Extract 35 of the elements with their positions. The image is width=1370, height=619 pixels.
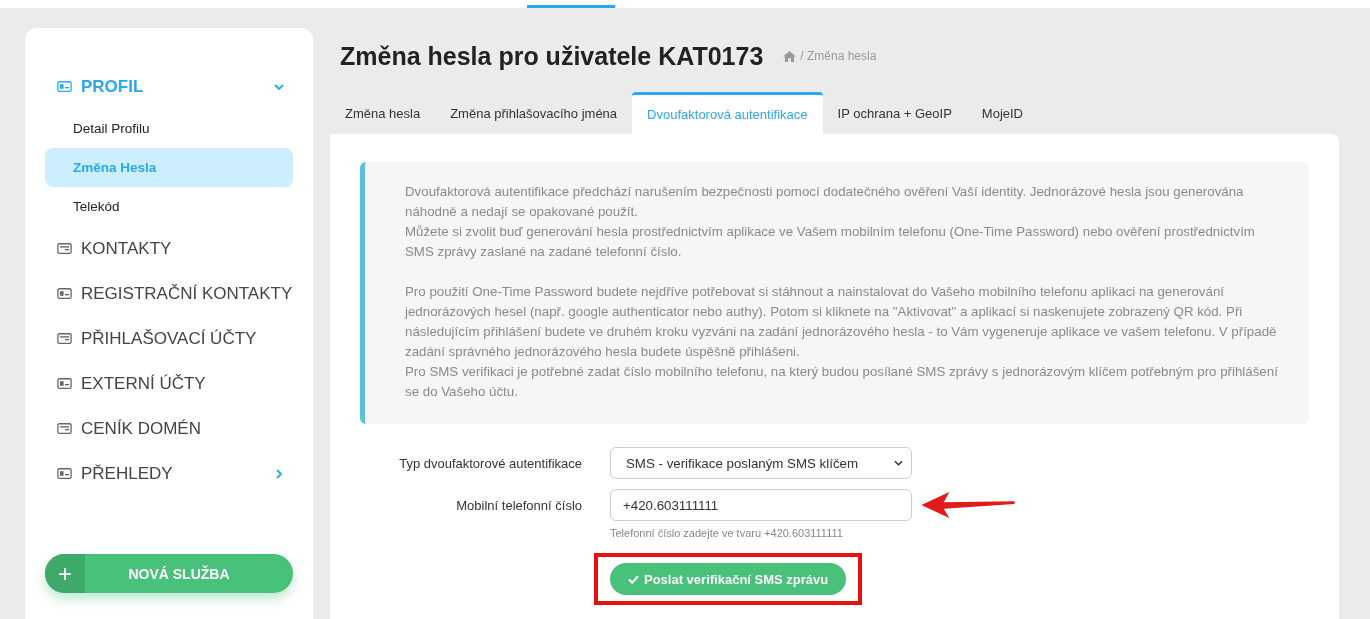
- phone-field[interactable]: +420.603111111: [610, 489, 912, 521]
- card-icon: [57, 288, 72, 299]
- sidebar-subitem[interactable]: Telekód: [45, 187, 293, 226]
- field-label: Mobilní telefonní číslo: [455, 497, 583, 513]
- info-paragraph: Dvoufaktorová autentifikace předchází narušením bezpečnosti pomocí dodatečného ověření Vaší identity. Jednorázové hesla jsou generována náhodně a nedají se opakované použít.: [405, 183, 1245, 221]
- tab[interactable]: Změna přihlašovacího jména: [435, 92, 633, 134]
- sidebar-item[interactable]: PŘIHLAŠOVACÍ ÚČTY: [45, 316, 293, 361]
- sidebar-item[interactable]: PŘEHLEDY: [45, 451, 293, 496]
- card-icon: [57, 468, 72, 479]
- sidebar-subitem[interactable]: Detail Profilu: [45, 109, 293, 148]
- caret-icon: [894, 460, 903, 466]
- sidebar-item[interactable]: KONTAKTY: [45, 226, 293, 271]
- plus-icon: +: [45, 554, 85, 593]
- card-icon: [57, 333, 72, 344]
- tab[interactable]: MojeID: [966, 92, 1038, 134]
- chevron-right-icon[interactable]: [273, 467, 285, 480]
- type-dropdown[interactable]: SMS - verifikace poslaným SMS klíčem: [610, 447, 912, 479]
- card-icon: [57, 243, 72, 254]
- help-text: Telefonní číslo zadejte ve tvaru +420.603111111: [610, 527, 844, 539]
- card-icon: [57, 81, 72, 92]
- page-title: Změna hesla pro uživatele KAT0173: [340, 41, 764, 71]
- card-icon: [57, 423, 72, 434]
- info-paragraph: Pro SMS verifikaci je potřebné zadat číslo mobilního telefonu, na který budou posílané SMS zprávy s jednorázovým klíčem potřebným pro přihlášení se do Vašeho účtu.: [405, 363, 1279, 401]
- sidebar-item[interactable]: REGISTRAČNÍ KONTAKTY: [45, 271, 293, 316]
- info-paragraph: Pro použití One-Time Password budete nejdříve potřebovat si stáhnout a nainstalovat do Vašeho mobilního telefonu aplikaci na generování jednorázových hesel (např. google authenticator nebo authy). Potom si kliknete na "Aktivovat" a aplikací si naskenujete zobrazený QR kód. Při následujícím přihlášení budete ve druhém kroku vyzváni na zadání jednorázového hesla - to Vám vygeneruje aplikace ve vašem telefonu. V případě zadání správného jednorázového hesla budete úspěšně přihlášeni.: [405, 283, 1278, 361]
- info-paragraph: Můžete si zvolit buď generování hesla prostřednictvím aplikace ve Vašem mobilním telefonu (One-Time Password) nebo ověření prostřednictvím SMS zprávy zaslané na zadané telefonní číslo.: [405, 223, 1256, 261]
- check-icon: [628, 574, 639, 584]
- sidebar-item[interactable]: CENÍK DOMÉN: [45, 406, 293, 451]
- button-label: NOVÁ SLUŽBA: [127, 564, 231, 584]
- field-label: Typ dvoufaktorové autentifikace: [398, 455, 583, 471]
- sidebar-item[interactable]: EXTERNÍ ÚČTY: [45, 361, 293, 406]
- tab[interactable]: Změna hesla: [330, 92, 436, 134]
- tab[interactable]: IP ochrana + GeoIP: [822, 92, 967, 134]
- card-icon: [57, 378, 72, 389]
- home-icon[interactable]: [783, 50, 797, 62]
